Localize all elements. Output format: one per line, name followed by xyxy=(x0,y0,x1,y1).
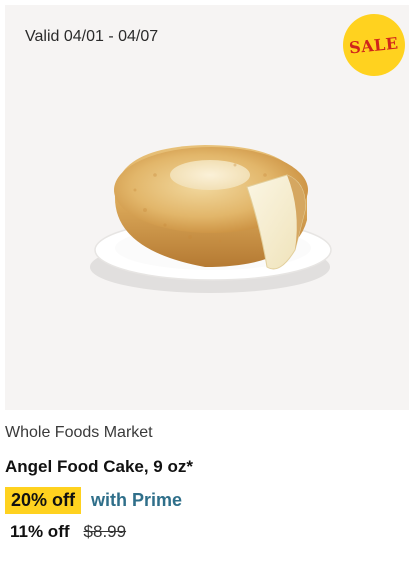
product-card[interactable]: Valid 04/01 - 04/07 SALE Whole Foods Mar… xyxy=(0,0,413,570)
regular-discount: 11% off xyxy=(10,522,70,541)
regular-price-row: 11% off $8.99 xyxy=(10,522,126,542)
store-name: Whole Foods Market xyxy=(5,424,153,441)
sale-badge: SALE xyxy=(343,14,405,76)
prime-discount-badge: 20% off xyxy=(5,487,82,514)
validity-dates: Valid 04/01 - 04/07 xyxy=(25,28,159,45)
prime-label: with Prime xyxy=(91,490,183,510)
angel-food-cake-icon xyxy=(90,145,332,293)
original-price: $8.99 xyxy=(83,522,127,541)
product-title[interactable]: Angel Food Cake, 9 oz* xyxy=(5,457,193,477)
product-image-area[interactable]: Valid 04/01 - 04/07 SALE xyxy=(5,5,409,410)
sale-badge-label: SALE xyxy=(348,32,400,58)
prime-deal-row: 20% off with Prime xyxy=(5,487,182,514)
